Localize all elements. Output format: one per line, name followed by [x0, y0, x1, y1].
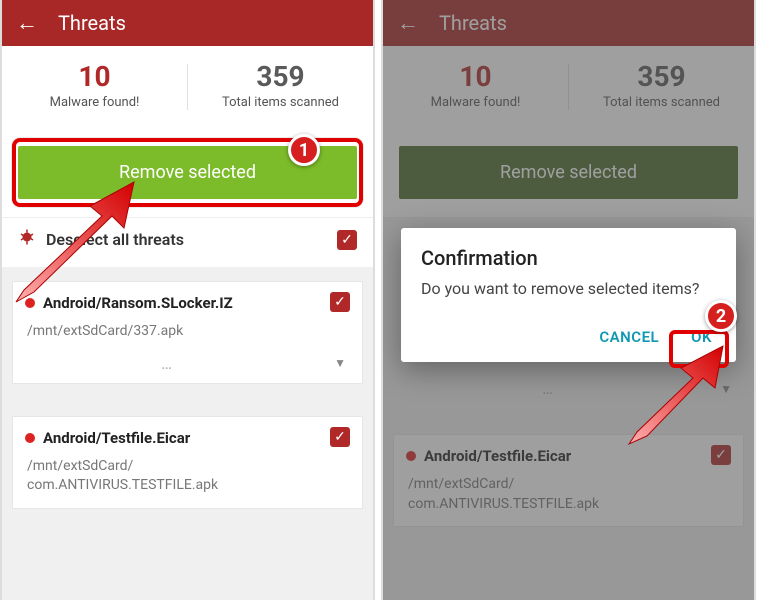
screen-left: ← Threats 10 Malware found! 359 Total it…: [0, 0, 375, 600]
threat-name: Android/Ransom.SLocker.IZ: [43, 294, 350, 312]
threat-path: /mnt/extSdCard/337.apk: [27, 322, 348, 342]
threat-checkbox[interactable]: ✓: [330, 427, 350, 447]
threat-severity-dot-icon: [25, 298, 35, 308]
threat-checkbox[interactable]: ✓: [330, 292, 350, 312]
malware-count: 10: [2, 60, 187, 93]
malware-label: Malware found!: [2, 95, 187, 110]
back-arrow-icon[interactable]: ←: [16, 10, 38, 36]
stat-malware: 10 Malware found!: [2, 46, 187, 128]
deselect-all-label: Deselect all threats: [46, 230, 327, 249]
threat-more-icon[interactable]: …: [29, 354, 304, 373]
stat-total: 359 Total items scanned: [188, 46, 373, 128]
dialog-title: Confirmation: [421, 246, 716, 270]
step-badge-1: 1: [288, 134, 320, 166]
threat-card[interactable]: Android/Ransom.SLocker.IZ ✓ /mnt/extSdCa…: [12, 281, 363, 384]
total-count: 359: [188, 60, 373, 93]
deselect-all-row[interactable]: Deselect all threats ✓: [2, 217, 373, 267]
chevron-down-icon[interactable]: ▼: [334, 356, 346, 370]
screen-right: ← Threats 10 Malware found! 359 Total it…: [381, 0, 756, 600]
threat-path: /mnt/extSdCard/ com.ANTIVIRUS.TESTFILE.a…: [27, 457, 348, 496]
step-badge-2: 2: [705, 300, 737, 332]
threat-card[interactable]: Android/Testfile.Eicar ✓ /mnt/extSdCard/…: [12, 416, 363, 509]
confirmation-dialog: Confirmation Do you want to remove selec…: [401, 228, 736, 362]
dialog-body: Do you want to remove selected items?: [421, 278, 716, 300]
app-header: ← Threats: [2, 0, 373, 46]
page-title: Threats: [58, 11, 126, 35]
threat-name: Android/Testfile.Eicar: [43, 429, 350, 447]
threat-severity-dot-icon: [25, 433, 35, 443]
step-badge-1-number: 1: [299, 140, 309, 161]
deselect-all-checkbox[interactable]: ✓: [337, 230, 357, 250]
total-label: Total items scanned: [188, 95, 373, 110]
stats-row: 10 Malware found! 359 Total items scanne…: [2, 46, 373, 128]
step-badge-2-number: 2: [716, 306, 726, 327]
bug-icon: [18, 228, 36, 251]
dialog-cancel-button[interactable]: CANCEL: [595, 322, 663, 352]
